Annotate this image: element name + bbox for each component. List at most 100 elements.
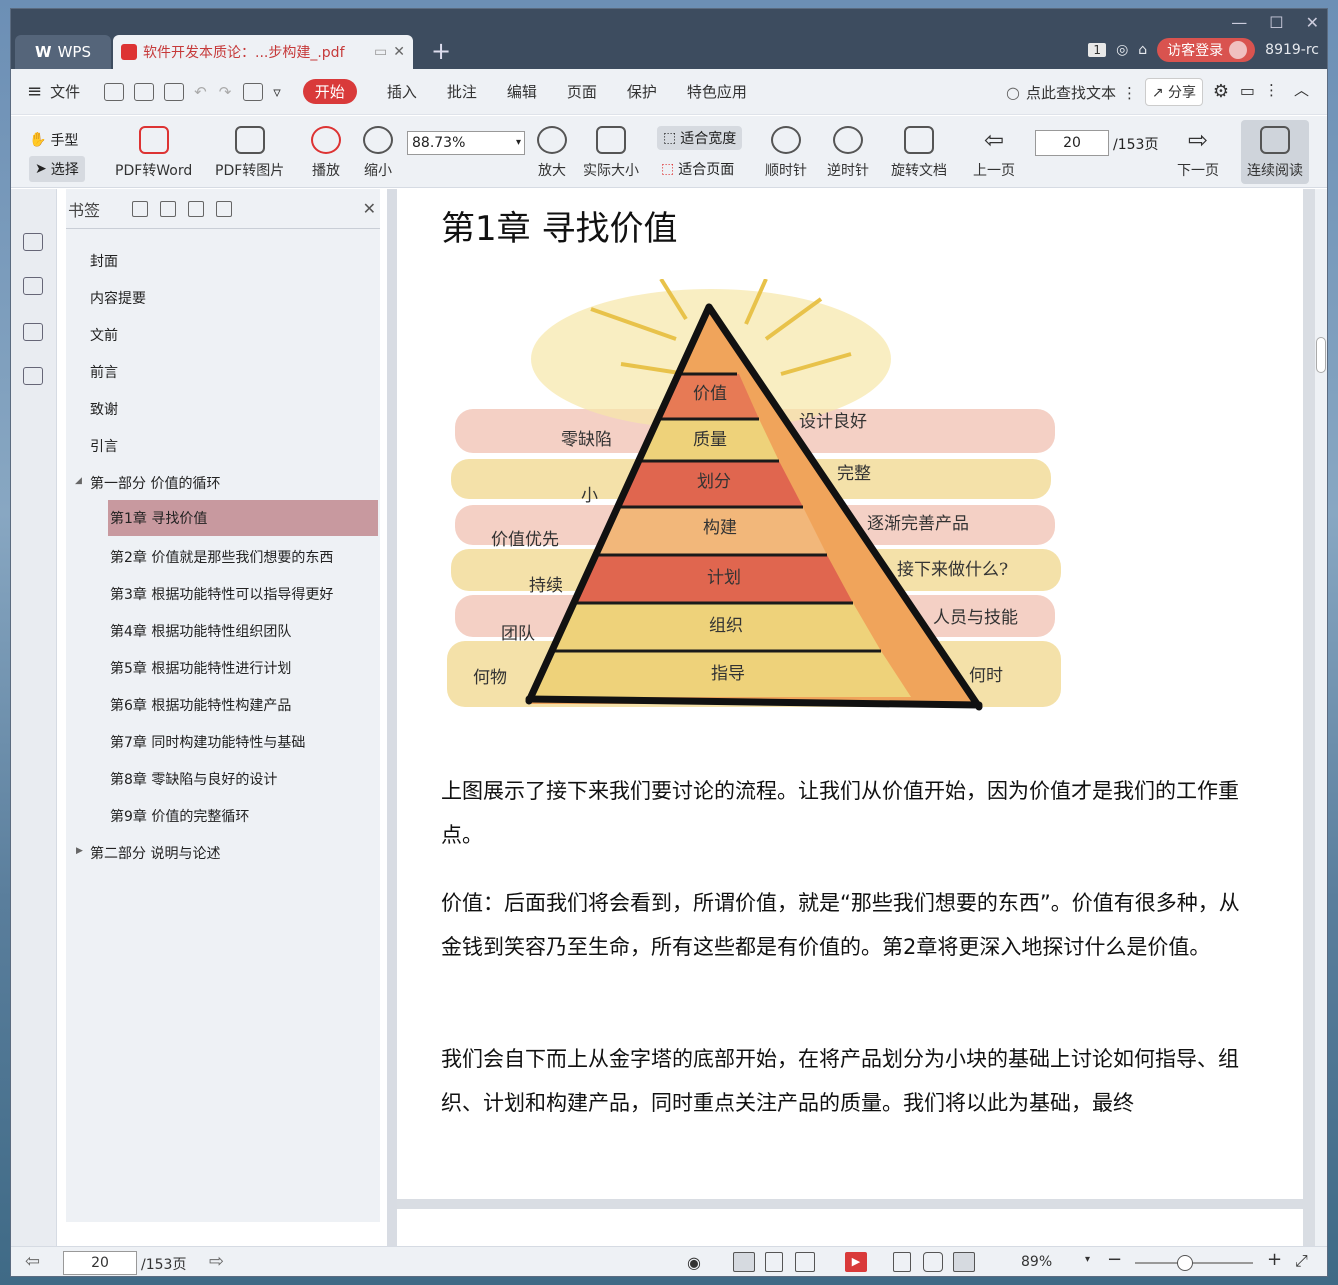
zoom-combo[interactable]: 88.73% ▾ xyxy=(407,131,525,155)
new-tab-plus-icon[interactable]: + xyxy=(431,37,451,65)
hand-tool[interactable]: ✋ 手型 xyxy=(29,130,78,150)
fullscreen-icon[interactable]: ⤢ xyxy=(1295,1251,1308,1271)
bookmark-item[interactable]: 第7章 同时构建功能特性与基础 xyxy=(110,732,305,752)
menu-tab-special[interactable]: 特色应用 xyxy=(687,81,747,102)
play-button[interactable]: 播放 xyxy=(311,126,341,180)
menu-tab-edit[interactable]: 编辑 xyxy=(507,81,537,102)
bookmark-item[interactable]: 第2章 价值就是那些我们想要的东西 xyxy=(110,547,333,567)
open-folder-icon[interactable] xyxy=(104,82,125,101)
print-icon[interactable] xyxy=(164,82,185,101)
status-zoom-in-icon[interactable]: + xyxy=(1267,1249,1282,1270)
rotate-doc-button[interactable]: 旋转文档 xyxy=(891,126,947,180)
share-button[interactable]: ↗ 分享 xyxy=(1144,78,1203,106)
continuous-read-button[interactable]: 连续阅读 xyxy=(1241,120,1309,184)
shirt-icon[interactable]: ⌂ xyxy=(1138,42,1147,58)
status-next-page-icon[interactable]: ⇨ xyxy=(209,1251,224,1272)
expand-all-icon[interactable] xyxy=(132,200,149,217)
bookmark-item[interactable]: 第5章 根据功能特性进行计划 xyxy=(110,658,291,678)
collapsed-arrow-icon[interactable]: ▶ xyxy=(76,846,83,856)
zoom-in-button[interactable]: 放大 xyxy=(537,126,567,180)
status-fit-page-icon[interactable] xyxy=(923,1252,943,1272)
add-bookmark-icon[interactable] xyxy=(188,200,205,217)
two-page-icon[interactable] xyxy=(795,1252,815,1272)
status-page-input[interactable]: 20 xyxy=(63,1251,137,1275)
pdf-to-word-button[interactable]: PDF转Word xyxy=(115,126,192,180)
bookmark-item[interactable]: 封面 xyxy=(90,251,118,271)
rotate-cw-button[interactable]: 顺时针 xyxy=(765,126,807,180)
undo-icon[interactable]: ↶ xyxy=(194,83,207,101)
maximize-icon[interactable]: ☐ xyxy=(1269,13,1283,32)
bookmark-item[interactable]: 第4章 根据功能特性组织团队 xyxy=(110,621,291,641)
status-zoom-dropdown-icon[interactable]: ▾ xyxy=(1085,1254,1090,1265)
save-icon[interactable] xyxy=(134,82,155,101)
skin-icon[interactable]: ◎ xyxy=(1116,42,1128,58)
menu-tab-insert[interactable]: 插入 xyxy=(387,81,417,102)
close-panel-icon[interactable]: ✕ xyxy=(363,199,376,218)
eye-protection-icon[interactable]: ◉ xyxy=(687,1253,701,1272)
tab-monitor-icon[interactable]: ▭ xyxy=(374,44,387,60)
menu-tab-start[interactable]: 开始 xyxy=(302,79,357,104)
zoom-dropdown-icon[interactable]: ▾ xyxy=(516,132,521,154)
status-actual-size-icon[interactable] xyxy=(893,1252,911,1272)
fit-page-button[interactable]: ⬚ 适合页面 xyxy=(661,159,734,179)
collapse-ribbon-icon[interactable]: ︿ xyxy=(1294,79,1309,100)
signature-icon[interactable] xyxy=(23,367,43,385)
prev-page-button[interactable]: ⇦ 上一页 xyxy=(973,126,1015,180)
export-icon[interactable] xyxy=(243,82,264,101)
bookmark-item[interactable]: 内容提要 xyxy=(90,288,146,308)
menu-tab-page[interactable]: 页面 xyxy=(567,81,597,102)
actual-size-button[interactable]: 实际大小 xyxy=(583,126,639,180)
hamburger-icon[interactable]: ≡ xyxy=(27,81,42,102)
pdf-to-image-button[interactable]: PDF转图片 xyxy=(215,126,284,180)
settings-gear-icon[interactable]: ⚙ xyxy=(1213,81,1229,102)
zoom-slider-thumb[interactable] xyxy=(1177,1255,1193,1271)
select-tool[interactable]: ➤ 选择 xyxy=(29,156,85,182)
bookmark-item[interactable]: 致谢 xyxy=(90,399,118,419)
page-number-input[interactable]: 20 xyxy=(1035,130,1109,156)
continuous-view-icon[interactable] xyxy=(733,1252,755,1272)
panel-splitter[interactable] xyxy=(387,189,397,1246)
tab-close-icon[interactable]: ✕ xyxy=(393,44,405,60)
document-tab[interactable]: 软件开发本质论：...步构建_.pdf ▭ ✕ xyxy=(113,35,413,69)
zoom-slider-track[interactable] xyxy=(1135,1262,1253,1264)
thumbnail-icon[interactable] xyxy=(23,277,43,295)
zoom-out-button[interactable]: 缩小 xyxy=(363,126,393,180)
bookmark-item[interactable]: 第8章 零缺陷与良好的设计 xyxy=(110,769,277,789)
more-dropdown-icon[interactable]: ▿ xyxy=(273,83,281,101)
status-zoom-value[interactable]: 89% xyxy=(1021,1254,1052,1270)
bookmark-item[interactable]: 前言 xyxy=(90,362,118,382)
bookmark-item[interactable]: 文前 xyxy=(90,325,118,345)
search-more-icon[interactable]: ⋮ xyxy=(1122,84,1137,102)
wps-home-tab[interactable]: W WPS xyxy=(15,35,111,69)
comment-icon[interactable]: ▭ xyxy=(1240,81,1255,100)
visitor-login-button[interactable]: 访客登录 xyxy=(1157,38,1256,62)
bookmark-item[interactable]: 第3章 根据功能特性可以指导得更好 xyxy=(110,584,333,604)
menu-tab-comment[interactable]: 批注 xyxy=(447,81,477,102)
single-page-icon[interactable] xyxy=(765,1252,783,1272)
status-zoom-out-icon[interactable]: − xyxy=(1107,1249,1122,1270)
bookmark-item-selected[interactable]: 第1章 寻找价值 xyxy=(108,500,378,536)
annotation-icon[interactable] xyxy=(23,323,43,341)
status-play-icon[interactable]: ▶ xyxy=(845,1252,867,1272)
more-vert-icon[interactable]: ⋮ xyxy=(1264,81,1279,99)
bookmark-item[interactable]: 引言 xyxy=(90,436,118,456)
bookmark-part-two[interactable]: 第二部分 说明与论述 xyxy=(90,843,220,863)
redo-icon[interactable]: ↷ xyxy=(219,83,232,101)
file-menu[interactable]: 文件 xyxy=(50,81,80,102)
bookmark-item[interactable]: 第9章 价值的完整循环 xyxy=(110,806,249,826)
bookmark-item[interactable]: 第6章 根据功能特性构建产品 xyxy=(110,695,291,715)
scrollbar-thumb[interactable] xyxy=(1316,337,1326,373)
status-prev-page-icon[interactable]: ⇦ xyxy=(25,1251,40,1272)
fit-width-button[interactable]: ⬚ 适合宽度 xyxy=(657,126,743,150)
status-fit-width-icon[interactable] xyxy=(953,1252,975,1272)
search-box[interactable]: ○ 点此查找文本 ⋮ xyxy=(1006,82,1137,103)
next-page-button[interactable]: ⇨ 下一页 xyxy=(1177,126,1219,180)
minimize-icon[interactable]: — xyxy=(1231,13,1247,32)
bookmark-part-one[interactable]: 第一部分 价值的循环 xyxy=(90,473,220,493)
rotate-ccw-button[interactable]: 逆时针 xyxy=(827,126,869,180)
expanded-arrow-icon[interactable]: ◢ xyxy=(75,476,82,486)
collapse-all-icon[interactable] xyxy=(160,200,177,217)
close-window-icon[interactable]: ✕ xyxy=(1306,13,1319,32)
bookmark-edit-icon[interactable] xyxy=(216,200,233,217)
menu-tab-protect[interactable]: 保护 xyxy=(627,81,657,102)
